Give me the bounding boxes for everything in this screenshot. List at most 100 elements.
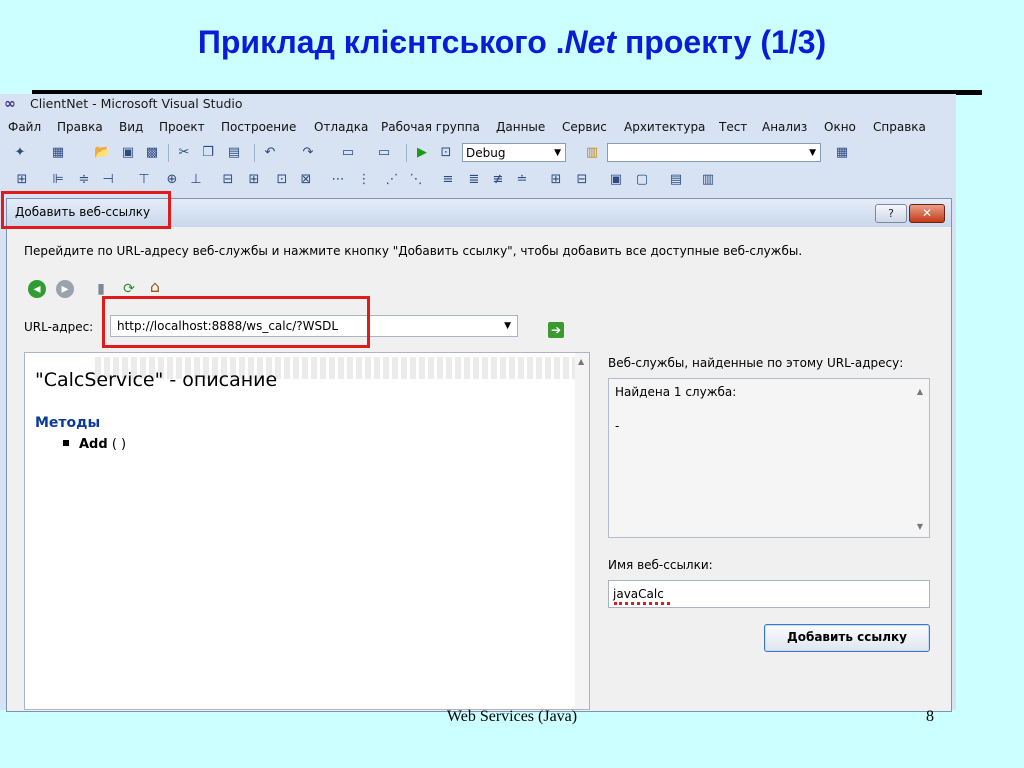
redo-icon[interactable]: ↷ <box>300 145 316 161</box>
undo-icon[interactable]: ↶ <box>262 145 278 161</box>
toolbar-separator <box>406 144 407 162</box>
vertical-spacing-equal-icon[interactable]: ≡ <box>440 172 456 188</box>
add-reference-button[interactable]: Добавить ссылку <box>764 624 930 652</box>
send-to-back-icon[interactable]: ▢ <box>634 172 650 188</box>
lock-controls-icon[interactable]: ▥ <box>700 172 716 188</box>
paste-icon[interactable]: ▤ <box>226 145 242 161</box>
navigate-backward-icon[interactable]: ▭ <box>340 145 356 161</box>
forward-icon[interactable]: ▸ <box>56 280 74 298</box>
align-tops-icon[interactable]: ⊤ <box>136 172 152 188</box>
title-part-end: проекту (1/3) <box>616 24 827 60</box>
make-same-height-icon[interactable]: ⊞ <box>246 172 262 188</box>
service-description-title: "CalcService" - описание <box>35 369 278 391</box>
save-all-icon[interactable]: ▩ <box>144 145 160 161</box>
web-reference-name-label: Имя веб-ссылки: <box>608 558 713 572</box>
description-scrollbar[interactable]: ▲ <box>575 353 589 709</box>
make-same-width-icon[interactable]: ⊟ <box>220 172 236 188</box>
horizontal-spacing-remove-icon[interactable]: ⋱ <box>408 172 424 188</box>
menu-analyze[interactable]: Анализ <box>762 116 807 138</box>
chevron-down-icon: ▼ <box>809 148 816 158</box>
found-count-text: Найдена 1 служба: <box>615 385 737 399</box>
center-horizontally-icon[interactable]: ⊞ <box>548 172 564 188</box>
slide-page-number: 8 <box>926 708 934 725</box>
horizontal-spacing-increase-icon[interactable]: ⋮ <box>356 172 372 188</box>
solution-configuration-value: Debug <box>466 146 506 160</box>
copy-icon[interactable]: ❐ <box>200 145 216 161</box>
new-project-icon[interactable]: ✦ <box>12 145 28 161</box>
menu-architecture[interactable]: Архитектура <box>624 116 705 138</box>
menu-test[interactable]: Тест <box>719 116 747 138</box>
align-rights-icon[interactable]: ⊣ <box>100 172 116 188</box>
menu-team[interactable]: Рабочая группа <box>381 116 480 138</box>
standard-toolbar: ✦ ▦ 📂 ▣ ▩ ✂ ❐ ▤ ↶ ↷ ▭ ▭ ▶ ⊡ Debug ▼ ▥ ▼ … <box>0 141 956 165</box>
bullet-icon <box>63 440 69 446</box>
menu-data[interactable]: Данные <box>496 116 545 138</box>
back-icon[interactable]: ◂ <box>28 280 46 298</box>
layout-toolbar: ⊞ ⊫ ≑ ⊣ ⊤ ⊕ ⊥ ⊟ ⊞ ⊡ ⊠ ⋯ ⋮ ⋰ ⋱ ≡ ≣ ≢ ≐ ⊞ … <box>0 168 956 192</box>
slide-title: Приклад клієнтського .Net проекту (1/3) <box>0 24 1024 61</box>
close-button[interactable]: ✕ <box>909 204 945 223</box>
menu-edit[interactable]: Правка <box>57 116 103 138</box>
add-item-icon[interactable]: ▦ <box>50 145 66 161</box>
save-icon[interactable]: ▣ <box>120 145 136 161</box>
url-label: URL-адрес: <box>24 320 94 334</box>
open-file-icon[interactable]: 📂 <box>94 145 110 161</box>
align-centers-icon[interactable]: ≑ <box>76 172 92 188</box>
chevron-down-icon: ▼ <box>554 148 561 158</box>
solution-explorer-icon[interactable]: ▦ <box>834 145 850 161</box>
menu-debug[interactable]: Отладка <box>314 116 368 138</box>
menu-project[interactable]: Проект <box>159 116 205 138</box>
menu-build[interactable]: Построение <box>221 116 296 138</box>
toolbar-separator <box>168 144 169 162</box>
vertical-spacing-remove-icon[interactable]: ≐ <box>514 172 530 188</box>
menu-view[interactable]: Вид <box>119 116 143 138</box>
align-lefts-icon[interactable]: ⊫ <box>50 172 66 188</box>
horizontal-spacing-decrease-icon[interactable]: ⋰ <box>384 172 400 188</box>
scroll-down-icon[interactable]: ▼ <box>917 522 923 531</box>
go-arrow-icon[interactable]: ➔ <box>548 322 564 338</box>
menu-tools[interactable]: Сервис <box>562 116 607 138</box>
find-combo[interactable]: ▼ <box>607 143 821 162</box>
toolbar-separator <box>254 144 255 162</box>
scroll-up-icon[interactable]: ▲ <box>578 357 584 366</box>
slide-footer: Web Services (Java) <box>446 708 578 725</box>
make-same-size-icon[interactable]: ⊡ <box>274 172 290 188</box>
vertical-spacing-decrease-icon[interactable]: ≢ <box>490 172 506 188</box>
align-middles-icon[interactable]: ⊕ <box>164 172 180 188</box>
align-grid-icon[interactable]: ⊞ <box>14 172 30 188</box>
home-icon[interactable]: ⌂ <box>146 278 164 296</box>
bring-to-front-icon[interactable]: ▣ <box>608 172 624 188</box>
vertical-spacing-increase-icon[interactable]: ≣ <box>466 172 482 188</box>
found-service-item: - <box>615 419 620 433</box>
menu-window[interactable]: Окно <box>824 116 856 138</box>
center-vertically-icon[interactable]: ⊟ <box>574 172 590 188</box>
solution-configuration-select[interactable]: Debug ▼ <box>462 143 566 162</box>
highlight-box-url <box>102 296 370 348</box>
align-bottoms-icon[interactable]: ⊥ <box>188 172 204 188</box>
found-services-pane: Найдена 1 служба: - ▲ ▼ <box>608 378 930 538</box>
found-services-label: Веб-службы, найденные по этому URL-адрес… <box>608 356 904 370</box>
cut-icon[interactable]: ✂ <box>176 145 192 161</box>
menu-file[interactable]: Файл <box>8 116 41 138</box>
service-description-pane: "CalcService" - описание Методы Add ( ) … <box>24 352 590 710</box>
tab-order-icon[interactable]: ▤ <box>668 172 684 188</box>
find-in-files-icon[interactable]: ▥ <box>584 145 600 161</box>
size-to-grid-icon[interactable]: ⊠ <box>298 172 314 188</box>
start-debugging-icon[interactable]: ▶ <box>414 145 430 161</box>
horizontal-spacing-equal-icon[interactable]: ⋯ <box>330 172 346 188</box>
menu-help[interactable]: Справка <box>873 116 926 138</box>
help-button[interactable]: ? <box>875 204 907 223</box>
title-italic: Net <box>564 24 617 60</box>
method-name-link[interactable]: Add <box>79 437 108 452</box>
visual-studio-logo-icon: ∞ <box>4 96 16 112</box>
menu-bar: Файл Правка Вид Проект Построение Отладк… <box>0 116 956 138</box>
method-list-item[interactable]: Add ( ) <box>63 437 126 452</box>
methods-heading: Методы <box>35 415 101 431</box>
solution-config-icon[interactable]: ⊡ <box>438 145 454 161</box>
window-titlebar: ∞ ClientNet - Microsoft Visual Studio <box>0 94 956 114</box>
navigate-forward-icon[interactable]: ▭ <box>376 145 392 161</box>
chevron-down-icon: ▼ <box>504 321 511 331</box>
spellcheck-underline <box>614 602 670 605</box>
scroll-up-icon[interactable]: ▲ <box>917 387 923 396</box>
title-part: Приклад клієнтського . <box>197 24 565 60</box>
